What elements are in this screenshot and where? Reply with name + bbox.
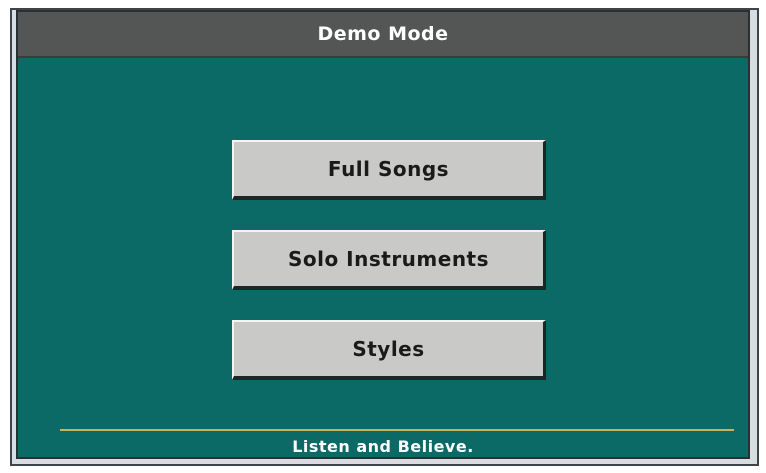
demo-mode-screen: Demo Mode Full Songs Solo Instruments St… <box>16 10 750 459</box>
full-songs-button[interactable]: Full Songs <box>232 140 546 200</box>
footer-text: Listen and Believe. <box>292 437 474 456</box>
solo-instruments-button[interactable]: Solo Instruments <box>232 230 546 290</box>
page-title: Demo Mode <box>18 12 748 58</box>
footer-divider <box>60 429 734 431</box>
styles-button[interactable]: Styles <box>232 320 546 380</box>
